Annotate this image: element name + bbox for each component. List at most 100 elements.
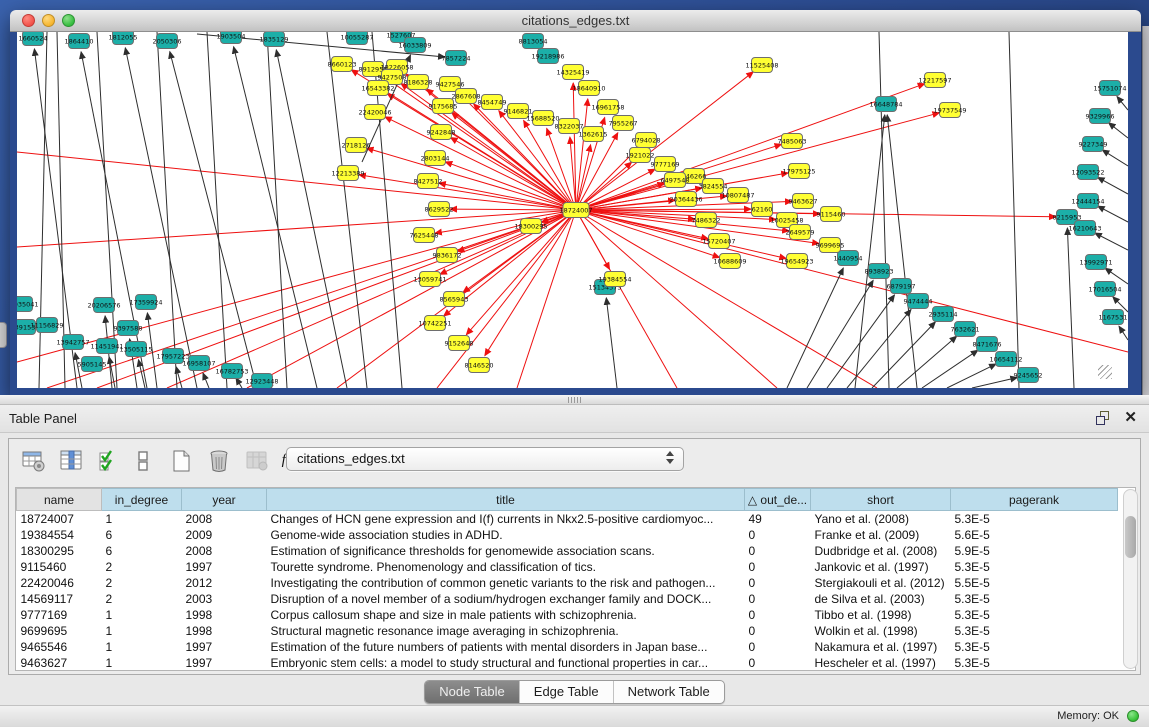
- table-cell[interactable]: 9463627: [17, 655, 102, 671]
- network-node[interactable]: 9242848: [427, 125, 456, 140]
- table-cell[interactable]: Disruption of a novel member of a sodium…: [267, 591, 745, 607]
- table-cell[interactable]: 5.9E-5: [951, 543, 1118, 559]
- table-cell[interactable]: 5.3E-5: [951, 639, 1118, 655]
- network-edge[interactable]: [1109, 123, 1128, 138]
- table-cell[interactable]: 1998: [182, 623, 267, 639]
- table-cell[interactable]: 9699695: [17, 623, 102, 639]
- network-node[interactable]: 2718126: [342, 138, 371, 153]
- table-cell[interactable]: 6: [102, 527, 182, 543]
- network-node[interactable]: 12093522: [1071, 165, 1104, 180]
- network-edge[interactable]: [576, 99, 588, 210]
- network-edge[interactable]: [47, 210, 576, 388]
- table-cell[interactable]: 14569117: [17, 591, 102, 607]
- table-row[interactable]: 969969511998Structural magnetic resonanc…: [17, 623, 1118, 639]
- table-cell[interactable]: 0: [745, 607, 811, 623]
- table-cell[interactable]: 0: [745, 559, 811, 575]
- network-edge[interactable]: [203, 373, 209, 388]
- table-selector-dropdown[interactable]: citations_edges.txt: [286, 447, 684, 471]
- network-edge[interactable]: [1098, 177, 1128, 194]
- network-node[interactable]: 6879197: [887, 279, 916, 294]
- network-node[interactable]: 17975125: [782, 164, 815, 179]
- table-cell[interactable]: 2: [102, 559, 182, 575]
- table-cell[interactable]: Dudbridge et al. (2008): [811, 543, 951, 559]
- network-node[interactable]: 8565943: [440, 292, 469, 307]
- network-node[interactable]: 15751074: [1093, 81, 1126, 96]
- table-cell[interactable]: 0: [745, 575, 811, 591]
- network-edge[interactable]: [807, 280, 873, 388]
- network-edge[interactable]: [1009, 32, 1019, 388]
- network-node[interactable]: 10055287: [340, 32, 373, 45]
- table-cell[interactable]: 5.3E-5: [951, 511, 1118, 527]
- table-cell[interactable]: Nakamura et al. (1997): [811, 639, 951, 655]
- table-row[interactable]: 1456911722003Disruption of a novel membe…: [17, 591, 1118, 607]
- select-all-button[interactable]: [95, 445, 125, 477]
- column-header-in-degree[interactable]: in_degree: [102, 489, 182, 511]
- network-node[interactable]: 8427512: [414, 174, 443, 189]
- network-node[interactable]: 19737549: [933, 103, 966, 118]
- table-cell[interactable]: Franke et al. (2009): [811, 527, 951, 543]
- network-edge[interactable]: [167, 210, 576, 388]
- table-cell[interactable]: 18300295: [17, 543, 102, 559]
- network-node[interactable]: 7955267: [609, 116, 638, 131]
- table-cell[interactable]: 1: [102, 623, 182, 639]
- network-node[interactable]: 9245652: [1014, 368, 1043, 383]
- network-node[interactable]: 2935114: [929, 307, 958, 322]
- network-node[interactable]: 12444154: [1071, 194, 1104, 209]
- table-row[interactable]: 1830029562008Estimation of significance …: [17, 543, 1118, 559]
- network-node[interactable]: 1835129: [260, 32, 289, 47]
- table-cell[interactable]: 5.3E-5: [951, 607, 1118, 623]
- table-cell[interactable]: Tourette syndrome. Phenomenology and cla…: [267, 559, 745, 575]
- table-cell[interactable]: Estimation of the future numbers of pati…: [267, 639, 745, 655]
- table-cell[interactable]: 1998: [182, 607, 267, 623]
- table-cell[interactable]: 49: [745, 511, 811, 527]
- table-vertical-scrollbar[interactable]: [1123, 489, 1138, 669]
- table-cell[interactable]: 5.3E-5: [951, 591, 1118, 607]
- table-row[interactable]: 2242004622012Investigating the contribut…: [17, 575, 1118, 591]
- table-cell[interactable]: Investigating the contribution of common…: [267, 575, 745, 591]
- network-edge[interactable]: [576, 210, 677, 388]
- splitter-grip-icon[interactable]: [568, 397, 582, 403]
- table-cell[interactable]: Structural magnetic resonance image aver…: [267, 623, 745, 639]
- network-node[interactable]: 6497548: [661, 173, 690, 188]
- network-edge[interactable]: [897, 336, 957, 388]
- network-node[interactable]: 2867608: [452, 89, 481, 104]
- table-cell[interactable]: 1997: [182, 655, 267, 671]
- network-node[interactable]: 9115460: [817, 207, 846, 222]
- network-node[interactable]: 8146520: [465, 358, 494, 373]
- table-cell[interactable]: Embryonic stem cells: a model to study s…: [267, 655, 745, 671]
- network-node[interactable]: 2803144: [421, 151, 450, 166]
- network-node[interactable]: 19218986: [531, 49, 564, 64]
- table-cell[interactable]: 0: [745, 543, 811, 559]
- network-edge[interactable]: [439, 183, 576, 210]
- table-cell[interactable]: 2012: [182, 575, 267, 591]
- table-cell[interactable]: Jankovic et al. (1997): [811, 559, 951, 575]
- network-node[interactable]: 2050306: [153, 34, 182, 49]
- tab-edge-table[interactable]: Edge Table: [519, 681, 613, 703]
- table-cell[interactable]: 5.6E-5: [951, 527, 1118, 543]
- table-row[interactable]: 946554611997Estimation of the future num…: [17, 639, 1118, 655]
- network-edge[interactable]: [236, 378, 242, 388]
- table-cell[interactable]: 1997: [182, 639, 267, 655]
- table-cell[interactable]: 1: [102, 639, 182, 655]
- network-node[interactable]: 9699695: [816, 238, 845, 253]
- network-view-window[interactable]: citations_edges.txt 16605241864410181205…: [10, 10, 1141, 395]
- table-cell[interactable]: 5.3E-5: [951, 559, 1118, 575]
- network-node[interactable]: 9463627: [789, 194, 818, 209]
- network-node[interactable]: 7625448: [410, 228, 439, 243]
- column-header-name[interactable]: name: [17, 489, 102, 511]
- network-node[interactable]: 17359924: [129, 295, 162, 310]
- network-node[interactable]: 8186328: [404, 75, 433, 90]
- window-titlebar[interactable]: citations_edges.txt: [10, 10, 1141, 32]
- network-edge[interactable]: [606, 298, 617, 388]
- network-node[interactable]: 11525408: [745, 58, 778, 73]
- network-node[interactable]: 8454749: [478, 95, 507, 110]
- show-columns-button[interactable]: [57, 445, 87, 477]
- table-cell[interactable]: Wolkin et al. (1998): [811, 623, 951, 639]
- table-row[interactable]: 1938455462009Genome-wide association stu…: [17, 527, 1118, 543]
- tab-node-table[interactable]: Node Table: [425, 681, 519, 703]
- horizontal-splitter[interactable]: [0, 395, 1149, 405]
- network-node[interactable]: 9329966: [1086, 109, 1115, 124]
- network-node[interactable]: 12213389: [331, 166, 364, 181]
- network-node[interactable]: 1660524: [19, 32, 48, 46]
- table-row[interactable]: 911546021997Tourette syndrome. Phenomeno…: [17, 559, 1118, 575]
